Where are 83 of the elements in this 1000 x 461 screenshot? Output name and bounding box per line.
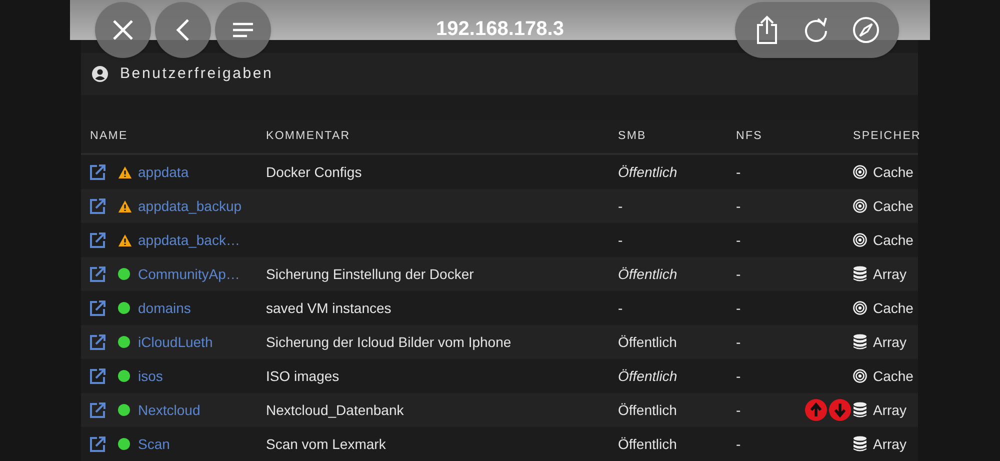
share-name-link[interactable]: appdata_back… (138, 230, 240, 250)
warning-icon (118, 166, 132, 178)
download-badge-icon (829, 399, 851, 421)
database-icon (853, 334, 867, 350)
close-icon (112, 19, 134, 41)
target-icon (853, 199, 867, 213)
url-text[interactable]: 192.168.178.3 (400, 14, 600, 44)
comment-text: ISO images (266, 366, 340, 386)
panel-title: Benutzerfreigaben (120, 64, 274, 84)
smb-status: Öffentlich (618, 332, 677, 352)
nfs-status: - (736, 298, 741, 318)
share-name-link[interactable]: appdata (138, 162, 189, 182)
comment-text: Nextcloud_Datenbank (266, 400, 404, 420)
column-header: NFS (736, 128, 762, 144)
comment-text: Docker Configs (266, 162, 362, 182)
database-icon (853, 266, 867, 282)
external-link-icon[interactable] (90, 232, 106, 248)
target-icon (853, 233, 867, 247)
external-link-icon[interactable] (90, 436, 106, 452)
database-icon (853, 436, 867, 452)
smb-status: - (618, 196, 623, 216)
storage-text: Array (873, 264, 906, 284)
user-icon (92, 66, 108, 82)
table-row[interactable]: iCloudLueth Sicherung der Icloud Bilder vom Iphone Öffentlich - Array (81, 325, 918, 359)
smb-status: Öffentlich (618, 400, 677, 420)
storage-text: Array (873, 434, 906, 454)
share-name-link[interactable]: appdata_backup (138, 196, 242, 216)
comment-text: Sicherung Einstellung der Docker (266, 264, 474, 284)
share-name-link[interactable]: Nextcloud (138, 400, 200, 420)
compass-icon[interactable] (852, 16, 880, 44)
smb-status: Öffentlich (618, 264, 678, 284)
smb-status: Öffentlich (618, 366, 678, 386)
nfs-status: - (736, 366, 741, 386)
smb-status: - (618, 298, 623, 318)
storage-text: Cache (873, 162, 914, 182)
warning-icon (118, 234, 132, 246)
menu-icon (232, 22, 254, 38)
table-row[interactable]: Nextcloud Nextcloud_Datenbank Öffentlich - Array (81, 393, 918, 427)
comment-text: Scan vom Lexmark (266, 434, 386, 454)
nfs-status: - (736, 196, 741, 216)
share-name-link[interactable]: CommunityAp… (138, 264, 240, 284)
storage-text: Cache (873, 298, 914, 318)
external-link-icon[interactable] (90, 266, 106, 282)
comment-text: saved VM instances (266, 298, 392, 318)
storage-text: Cache (873, 196, 914, 216)
column-header: KOMMENTAR (266, 128, 350, 144)
column-header: SPEICHER (853, 128, 921, 144)
table-row[interactable]: appdata_backup - - Cache (81, 189, 918, 223)
share-name-link[interactable]: domains (138, 298, 191, 318)
nfs-status: - (736, 400, 741, 420)
storage-text: Array (873, 332, 906, 352)
smb-status: - (618, 230, 623, 250)
target-icon (853, 369, 867, 383)
share-name-link[interactable]: Scan (138, 434, 170, 454)
share-name-link[interactable]: iCloudLueth (138, 332, 213, 352)
nfs-status: - (736, 230, 741, 250)
chevron-left-icon (176, 18, 190, 42)
table-row[interactable]: CommunityAp… Sicherung Einstellung der Docker Öffentlich - Array (81, 257, 918, 291)
nfs-status: - (736, 162, 741, 182)
warning-icon (118, 200, 132, 212)
target-icon (853, 301, 867, 315)
nfs-status: - (736, 264, 741, 284)
external-link-icon[interactable] (90, 198, 106, 214)
storage-text: Cache (873, 366, 914, 386)
nfs-status: - (736, 434, 741, 454)
comment-text: Sicherung der Icloud Bilder vom Iphone (266, 332, 512, 352)
smb-status: Öffentlich (618, 162, 678, 182)
external-link-icon[interactable] (90, 368, 106, 384)
share-icon[interactable] (754, 15, 780, 45)
external-link-icon[interactable] (90, 164, 106, 180)
storage-text: Cache (873, 230, 914, 250)
target-icon (853, 165, 867, 179)
column-header: SMB (618, 128, 646, 144)
share-name-link[interactable]: isos (138, 366, 163, 386)
storage-text: Array (873, 400, 906, 420)
reload-icon[interactable] (802, 16, 830, 44)
nfs-status: - (736, 332, 741, 352)
column-header: NAME (90, 128, 128, 144)
database-icon (853, 402, 867, 418)
external-link-icon[interactable] (90, 334, 106, 350)
smb-status: Öffentlich (618, 434, 677, 454)
external-link-icon[interactable] (90, 300, 106, 316)
external-link-icon[interactable] (90, 402, 106, 418)
